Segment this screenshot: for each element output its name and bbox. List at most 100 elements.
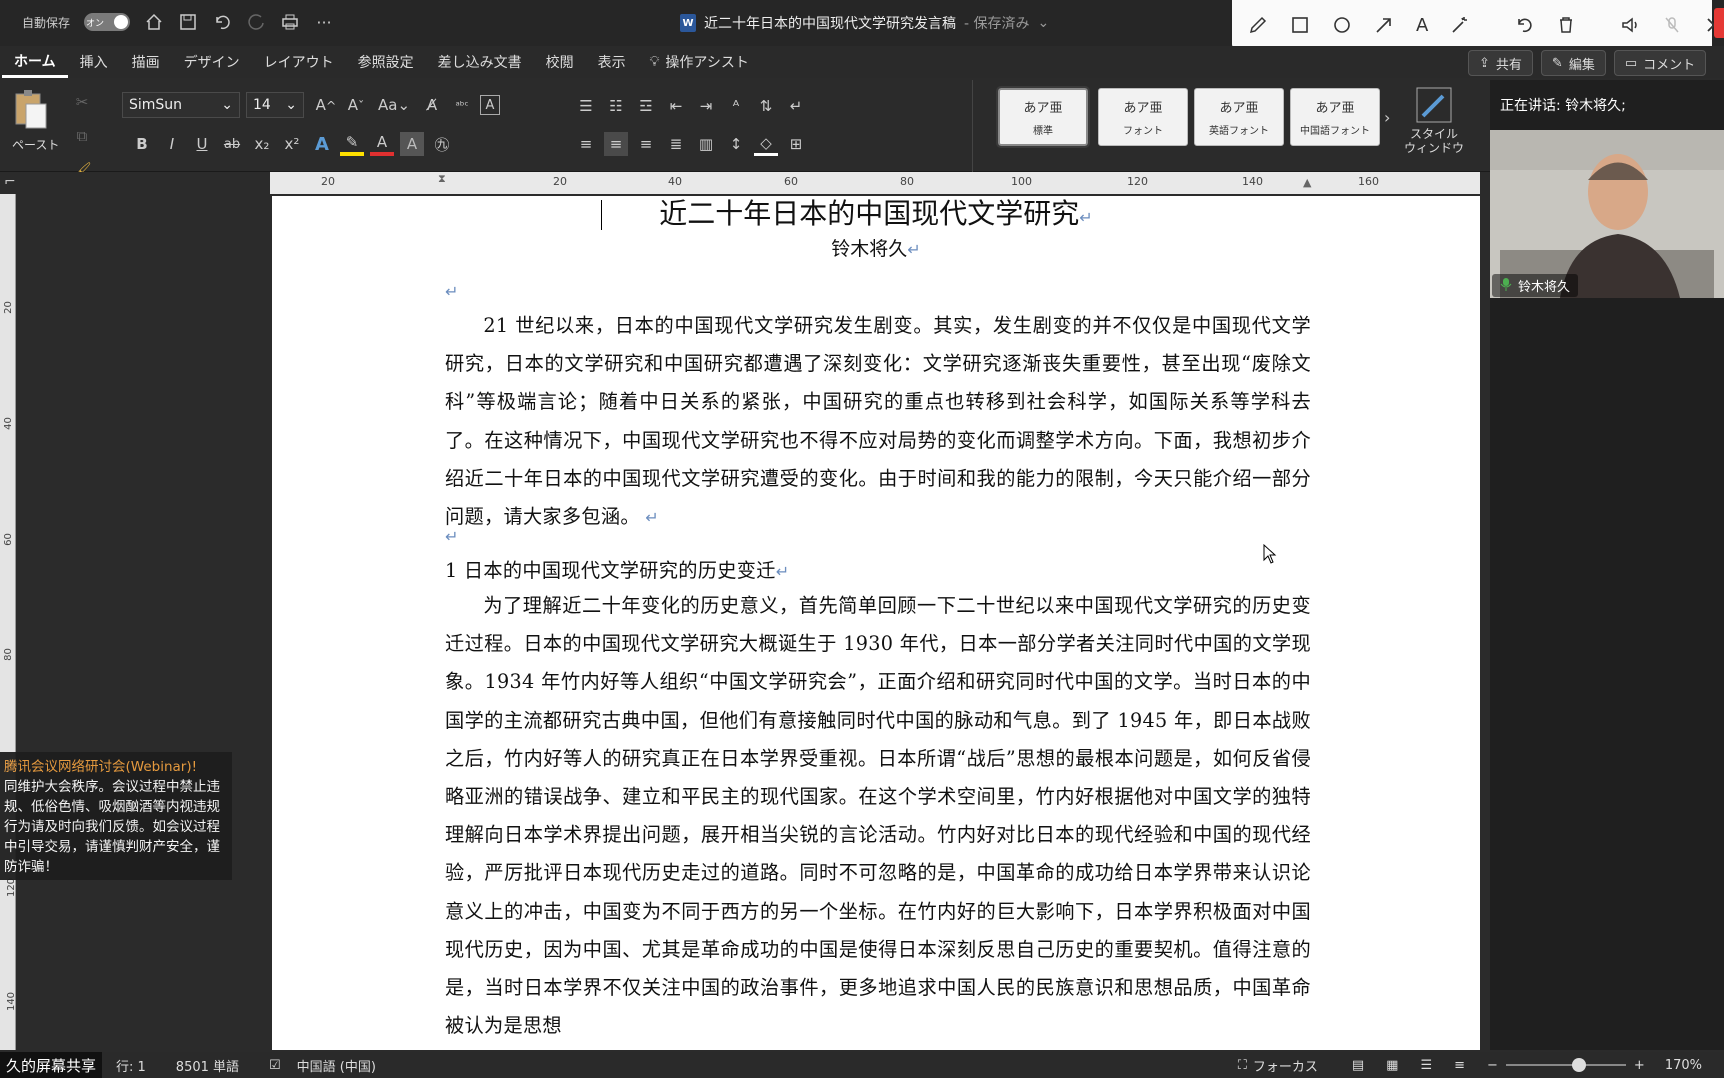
superscript-icon[interactable]: x² <box>280 132 304 156</box>
share-button[interactable]: ⇪ 共有 <box>1468 50 1533 76</box>
language-indicator[interactable]: 中国語 (中国) <box>297 1056 376 1075</box>
speaker-icon[interactable] <box>1620 15 1640 35</box>
font-size-select[interactable]: 14 ⌄ <box>246 92 304 118</box>
sort-icon[interactable]: ⇅ <box>754 94 778 118</box>
underline-icon[interactable]: U <box>190 132 214 156</box>
zoom-out-button[interactable]: − <box>1487 1058 1498 1073</box>
magic-wand-icon[interactable] <box>1450 15 1470 35</box>
paragraph-intro[interactable]: 21 世纪以来，日本的中国现代文学研究发生剧变。其实，发生剧变的并不仅仅是中国现… <box>445 307 1311 537</box>
more-icon[interactable]: ··· <box>314 12 334 32</box>
align-center-icon[interactable]: ≡ <box>604 132 628 156</box>
grow-font-icon[interactable]: A ^ <box>314 93 338 117</box>
tab-mailings[interactable]: 差し込み文書 <box>426 46 534 78</box>
tab-layout[interactable]: レイアウト <box>252 46 346 78</box>
highlight-icon[interactable]: ✎ <box>340 132 364 156</box>
decrease-indent-icon[interactable]: ⇤ <box>664 94 688 118</box>
document-heading[interactable]: 近二十年日本的中国现代文学研究↵ <box>272 196 1480 232</box>
tab-insert[interactable]: 挿入 <box>68 46 120 78</box>
print-icon[interactable] <box>280 12 300 32</box>
style-english-font[interactable]: あア亜 英語フォント <box>1194 88 1284 146</box>
align-left-icon[interactable]: ≡ <box>574 132 598 156</box>
comment-button[interactable]: ▭ コメント <box>1613 50 1707 76</box>
line-spacing-icon[interactable]: ↕ <box>724 132 748 156</box>
show-marks-icon[interactable]: ↵ <box>784 94 808 118</box>
pen-icon[interactable] <box>1248 15 1268 35</box>
word-count[interactable]: 8501 単語 <box>176 1056 239 1075</box>
participant-video[interactable] <box>1490 130 1724 298</box>
asian-layout-icon[interactable]: ᴬ <box>724 94 748 118</box>
change-case-icon[interactable]: Aa ⌄ <box>374 93 414 117</box>
empty-paragraph[interactable]: ↵ <box>445 517 1311 556</box>
styles-pane-button[interactable]: スタイル ウィンドウ <box>1404 86 1464 155</box>
bold-icon[interactable]: B <box>130 132 154 156</box>
tab-review[interactable]: 校閲 <box>534 46 586 78</box>
phonetic-guide-icon[interactable]: ᵃᵇᶜ <box>450 93 474 117</box>
text-effects-icon[interactable]: A <box>310 132 334 156</box>
tell-me-search[interactable]: 💡︎ 操作アシスト <box>638 46 761 78</box>
paste-icon[interactable] <box>12 88 52 134</box>
proofing-icon[interactable]: ☑ <box>269 1058 281 1073</box>
tab-references[interactable]: 参照設定 <box>346 46 426 78</box>
italic-icon[interactable]: I <box>160 132 184 156</box>
redo-icon[interactable] <box>246 12 266 32</box>
shading-icon[interactable]: ◇ <box>754 132 778 156</box>
indent-marker-icon[interactable]: ⧗ <box>438 172 446 186</box>
edit-button[interactable]: ✎ 編集 <box>1540 50 1606 76</box>
undo-icon[interactable] <box>212 12 232 32</box>
character-border-icon[interactable]: A <box>480 95 500 115</box>
clear-formatting-icon[interactable]: A̸ <box>420 93 444 117</box>
draft-icon[interactable]: ≡ <box>1454 1058 1465 1073</box>
document-page[interactable]: 近二十年日本的中国现代文学研究↵ 铃木将久↵ ↵ 21 世纪以来，日本的中国现代… <box>272 196 1480 1050</box>
paragraph-history[interactable]: 为了理解近二十年变化的历史意义，首先简单回顾一下二十世纪以来中国现代文学研究的历… <box>445 587 1311 1045</box>
align-right-icon[interactable]: ≡ <box>634 132 658 156</box>
increase-indent-icon[interactable]: ⇥ <box>694 94 718 118</box>
font-color-icon[interactable]: A <box>370 132 394 156</box>
distributed-icon[interactable]: ▥ <box>694 132 718 156</box>
tab-view[interactable]: 表示 <box>586 46 638 78</box>
character-shading-icon[interactable]: A <box>400 132 424 156</box>
save-icon[interactable] <box>178 12 198 32</box>
trash-icon[interactable] <box>1556 15 1576 35</box>
strikethrough-icon[interactable]: ab <box>220 132 244 156</box>
focus-button[interactable]: フォーカス <box>1253 1056 1318 1075</box>
section-heading[interactable]: 1 日本的中国现代文学研究的历史变迁↵ <box>445 552 1311 591</box>
style-font[interactable]: あア亜 フォント <box>1098 88 1188 146</box>
undo-annotation-icon[interactable] <box>1514 15 1534 35</box>
document-author[interactable]: 铃木将久↵ <box>272 234 1480 261</box>
shrink-font-icon[interactable]: Aˇ <box>344 93 368 117</box>
bullets-icon[interactable]: ☰ <box>574 94 598 118</box>
numbering-icon[interactable]: ☷ <box>604 94 628 118</box>
home-icon[interactable] <box>144 12 164 32</box>
tab-design[interactable]: デザイン <box>172 46 252 78</box>
gallery-more-icon[interactable]: › <box>1384 108 1390 127</box>
subscript-icon[interactable]: x₂ <box>250 132 274 156</box>
circle-icon[interactable] <box>1332 15 1352 35</box>
cut-icon[interactable]: ✂ <box>70 90 94 114</box>
font-name-select[interactable]: SimSun ⌄ <box>122 92 240 118</box>
tab-selector-icon[interactable]: ⌐ <box>4 174 16 190</box>
microphone-muted-icon[interactable] <box>1662 15 1682 35</box>
borders-icon[interactable]: ⊞ <box>784 132 808 156</box>
multilevel-list-icon[interactable]: ☲ <box>634 94 658 118</box>
horizontal-ruler[interactable]: 20 ⧗ 20 40 60 80 100 120 140 ▲ 160 <box>270 172 1480 194</box>
enclose-characters-icon[interactable]: ㊈ <box>430 132 454 156</box>
outline-icon[interactable]: ☰ <box>1420 1058 1432 1073</box>
focus-icon[interactable]: ⛶ <box>1238 1058 1247 1073</box>
zoom-slider[interactable] <box>1505 1058 1626 1072</box>
autosave-toggle[interactable]: オン <box>84 13 131 31</box>
zoom-level[interactable]: 170% <box>1665 1058 1702 1073</box>
copy-icon[interactable]: ⧉ <box>70 124 94 148</box>
document-title-bar[interactable]: W 近二十年日本的中国现代文学研究发言稿 - 保存済み ⌄ <box>680 13 1049 33</box>
right-indent-marker-icon[interactable]: ▲ <box>1303 176 1311 189</box>
style-normal[interactable]: あア亜 標準 <box>996 86 1090 148</box>
tab-home[interactable]: ホーム <box>2 46 68 78</box>
empty-paragraph[interactable]: ↵ <box>445 272 1311 311</box>
text-icon[interactable]: A <box>1416 15 1428 36</box>
justify-icon[interactable]: ≣ <box>664 132 688 156</box>
arrow-icon[interactable] <box>1374 15 1394 35</box>
zoom-in-button[interactable]: + <box>1634 1058 1645 1073</box>
style-chinese-font[interactable]: あア亜 中国語フォント <box>1290 88 1380 146</box>
web-layout-icon[interactable]: ▦ <box>1386 1058 1398 1073</box>
rectangle-icon[interactable] <box>1290 15 1310 35</box>
print-layout-icon[interactable]: ▤ <box>1352 1058 1364 1073</box>
